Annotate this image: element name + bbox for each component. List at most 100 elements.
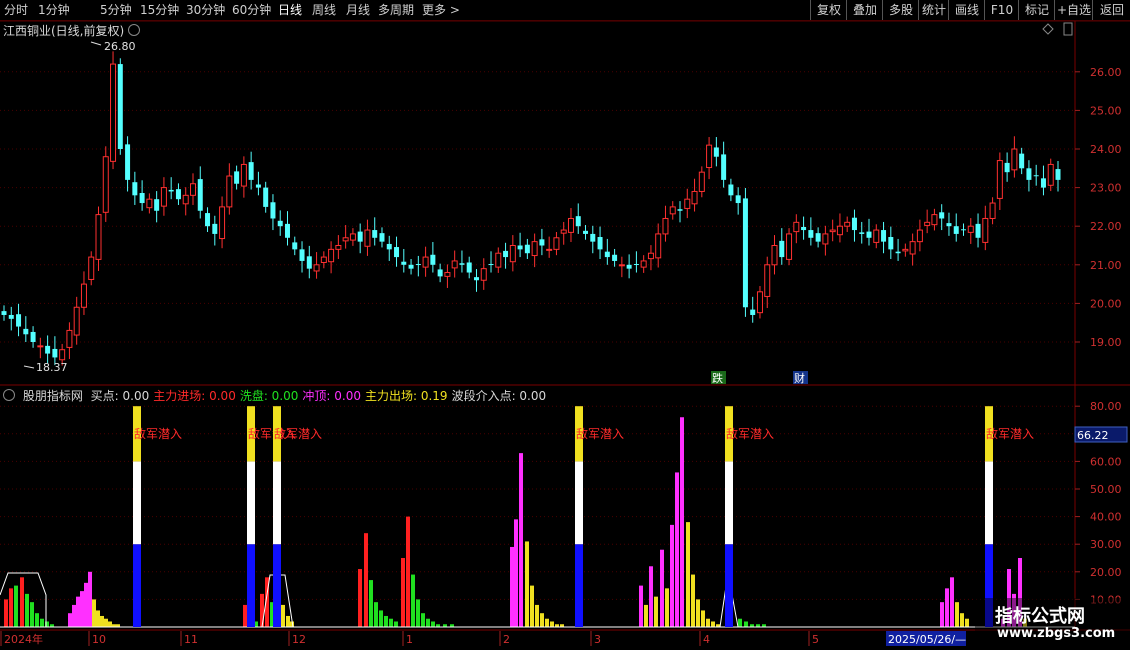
multi-stock-button[interactable]: 多股 bbox=[882, 0, 919, 20]
period-tab-60min[interactable]: 60分钟 bbox=[232, 2, 271, 18]
candle-body-down bbox=[1055, 169, 1061, 180]
candle-body-down bbox=[597, 237, 603, 250]
time-axis-label: 2024年 bbox=[4, 632, 43, 646]
signal-bar-yellow bbox=[247, 406, 255, 462]
indicator-bar bbox=[369, 580, 373, 627]
indicator-bar bbox=[550, 621, 554, 627]
overlay-button[interactable]: 叠加 bbox=[846, 0, 883, 20]
draw-line-button[interactable]: 画线 bbox=[948, 0, 985, 20]
indicator-bar bbox=[535, 604, 539, 627]
add-favorite-button[interactable]: +自选 bbox=[1054, 0, 1093, 20]
event-tag-finance[interactable]: 财 bbox=[793, 371, 808, 385]
high-annotation: 26.80 bbox=[90, 40, 136, 53]
candle-body-down bbox=[212, 223, 218, 234]
candle-body-down bbox=[16, 314, 22, 327]
period-tab-more[interactable]: 更多 > bbox=[422, 2, 460, 18]
indicator-bar bbox=[675, 472, 679, 627]
settings-icon[interactable] bbox=[128, 24, 141, 36]
candle-body-up bbox=[342, 237, 349, 242]
candle-body-up bbox=[88, 256, 95, 280]
candle-body-up bbox=[931, 214, 938, 226]
indicator-bar bbox=[644, 604, 648, 627]
candle-body-down bbox=[590, 233, 596, 242]
candle-body-down bbox=[742, 198, 748, 308]
kline-chart: 26.00 25.00 24.00 23.00 22.00 21.00 20.00 19.00… bbox=[0, 20, 1130, 646]
period-tab-multi[interactable]: 多周期 bbox=[378, 2, 414, 18]
mark-button[interactable]: 标记 bbox=[1018, 0, 1055, 20]
candle-body-down bbox=[125, 144, 131, 180]
candle-body-up bbox=[822, 233, 829, 245]
candle-body-up bbox=[102, 156, 109, 213]
indicator-bar bbox=[750, 624, 754, 627]
indicator-bar bbox=[965, 618, 969, 627]
candle-body-down bbox=[946, 223, 952, 227]
candle-body-down bbox=[277, 220, 283, 227]
indicator-field-5: 波段介入点: 0.00 bbox=[451, 389, 547, 403]
candle-body-down bbox=[866, 231, 872, 238]
indicator-bar bbox=[68, 613, 72, 627]
signal-bar-white bbox=[985, 461, 993, 545]
price-axis-label: 22.00 bbox=[1090, 220, 1122, 233]
indicator-bar bbox=[116, 624, 120, 627]
indicator-bar bbox=[955, 602, 959, 627]
candle-body-down bbox=[394, 247, 400, 258]
stock-title: 江西铜业(日线,前复权) bbox=[3, 24, 125, 38]
candle-body-down bbox=[408, 264, 414, 269]
candle-body-down bbox=[1004, 162, 1010, 173]
indicator-bar bbox=[84, 582, 88, 627]
candle-body-up bbox=[66, 329, 73, 348]
period-tab-weekly[interactable]: 周线 bbox=[312, 2, 336, 18]
event-tag-drop[interactable]: 跌 bbox=[711, 371, 726, 385]
period-tab-monthly[interactable]: 月线 bbox=[346, 2, 370, 18]
period-toolbar: 分时 1分钟 5分钟 15分钟 30分钟 60分钟 日线 周线 月线 多周期 更… bbox=[0, 0, 1130, 21]
stats-button[interactable]: 统计 bbox=[918, 0, 949, 20]
f10-button[interactable]: F10 bbox=[984, 0, 1019, 20]
signal-bar-blue bbox=[725, 544, 733, 627]
period-tab-15min[interactable]: 15分钟 bbox=[140, 2, 179, 18]
indicator-bar bbox=[30, 602, 34, 627]
back-button[interactable]: 返回 bbox=[1092, 0, 1130, 20]
indicator-bar bbox=[281, 604, 285, 627]
low-annotation: 18.37 bbox=[23, 361, 68, 374]
price-axis-label: 24.00 bbox=[1090, 143, 1122, 156]
period-tab-1min[interactable]: 1分钟 bbox=[38, 2, 70, 18]
candle-body-down bbox=[888, 237, 894, 250]
candle-body-down bbox=[851, 217, 857, 231]
candle-body-up bbox=[902, 248, 909, 252]
candle-body-up bbox=[982, 217, 989, 243]
candle-body-up bbox=[618, 264, 625, 267]
indicator-bar bbox=[406, 516, 410, 627]
indicator-bar bbox=[514, 519, 518, 627]
candle-body-down bbox=[263, 187, 269, 207]
period-tab-30min[interactable]: 30分钟 bbox=[186, 2, 225, 18]
adjust-button[interactable]: 复权 bbox=[810, 0, 847, 20]
candle-body-up bbox=[771, 245, 778, 266]
candle-body-up bbox=[509, 245, 516, 263]
candle-body-up bbox=[989, 202, 996, 219]
indicator-field-2: 洗盘: 0.00 bbox=[239, 389, 299, 403]
candle-body-down bbox=[517, 245, 523, 250]
period-tab-daily[interactable]: 日线 bbox=[278, 2, 302, 18]
candle-body-up bbox=[793, 221, 800, 233]
period-tab-5min[interactable]: 5分钟 bbox=[100, 2, 132, 18]
indicator-bar bbox=[950, 577, 954, 627]
period-tab-timeshare[interactable]: 分时 bbox=[4, 2, 28, 18]
candle-body-down bbox=[386, 243, 392, 250]
signal-label: 敌军潜入 bbox=[986, 426, 1034, 441]
indicator-bar bbox=[401, 558, 405, 627]
indicator-axis-label: 60.00 bbox=[1090, 455, 1122, 468]
candle-body-down bbox=[234, 171, 240, 184]
candle-body-down bbox=[1026, 168, 1032, 180]
indicator-bar bbox=[450, 624, 454, 627]
indicator-bar bbox=[940, 602, 944, 627]
signal-label: 敌军潜入 bbox=[726, 426, 774, 441]
indicator-bar bbox=[701, 610, 705, 627]
indicator-bar bbox=[431, 621, 435, 627]
candle-body-down bbox=[815, 233, 821, 242]
candle-body-down bbox=[895, 251, 901, 254]
candle-body-up bbox=[873, 229, 880, 243]
candle-body-up bbox=[553, 237, 560, 250]
candle-body-up bbox=[320, 256, 327, 263]
indicator-settings-icon[interactable] bbox=[3, 389, 15, 401]
indicator-bar bbox=[680, 417, 684, 627]
